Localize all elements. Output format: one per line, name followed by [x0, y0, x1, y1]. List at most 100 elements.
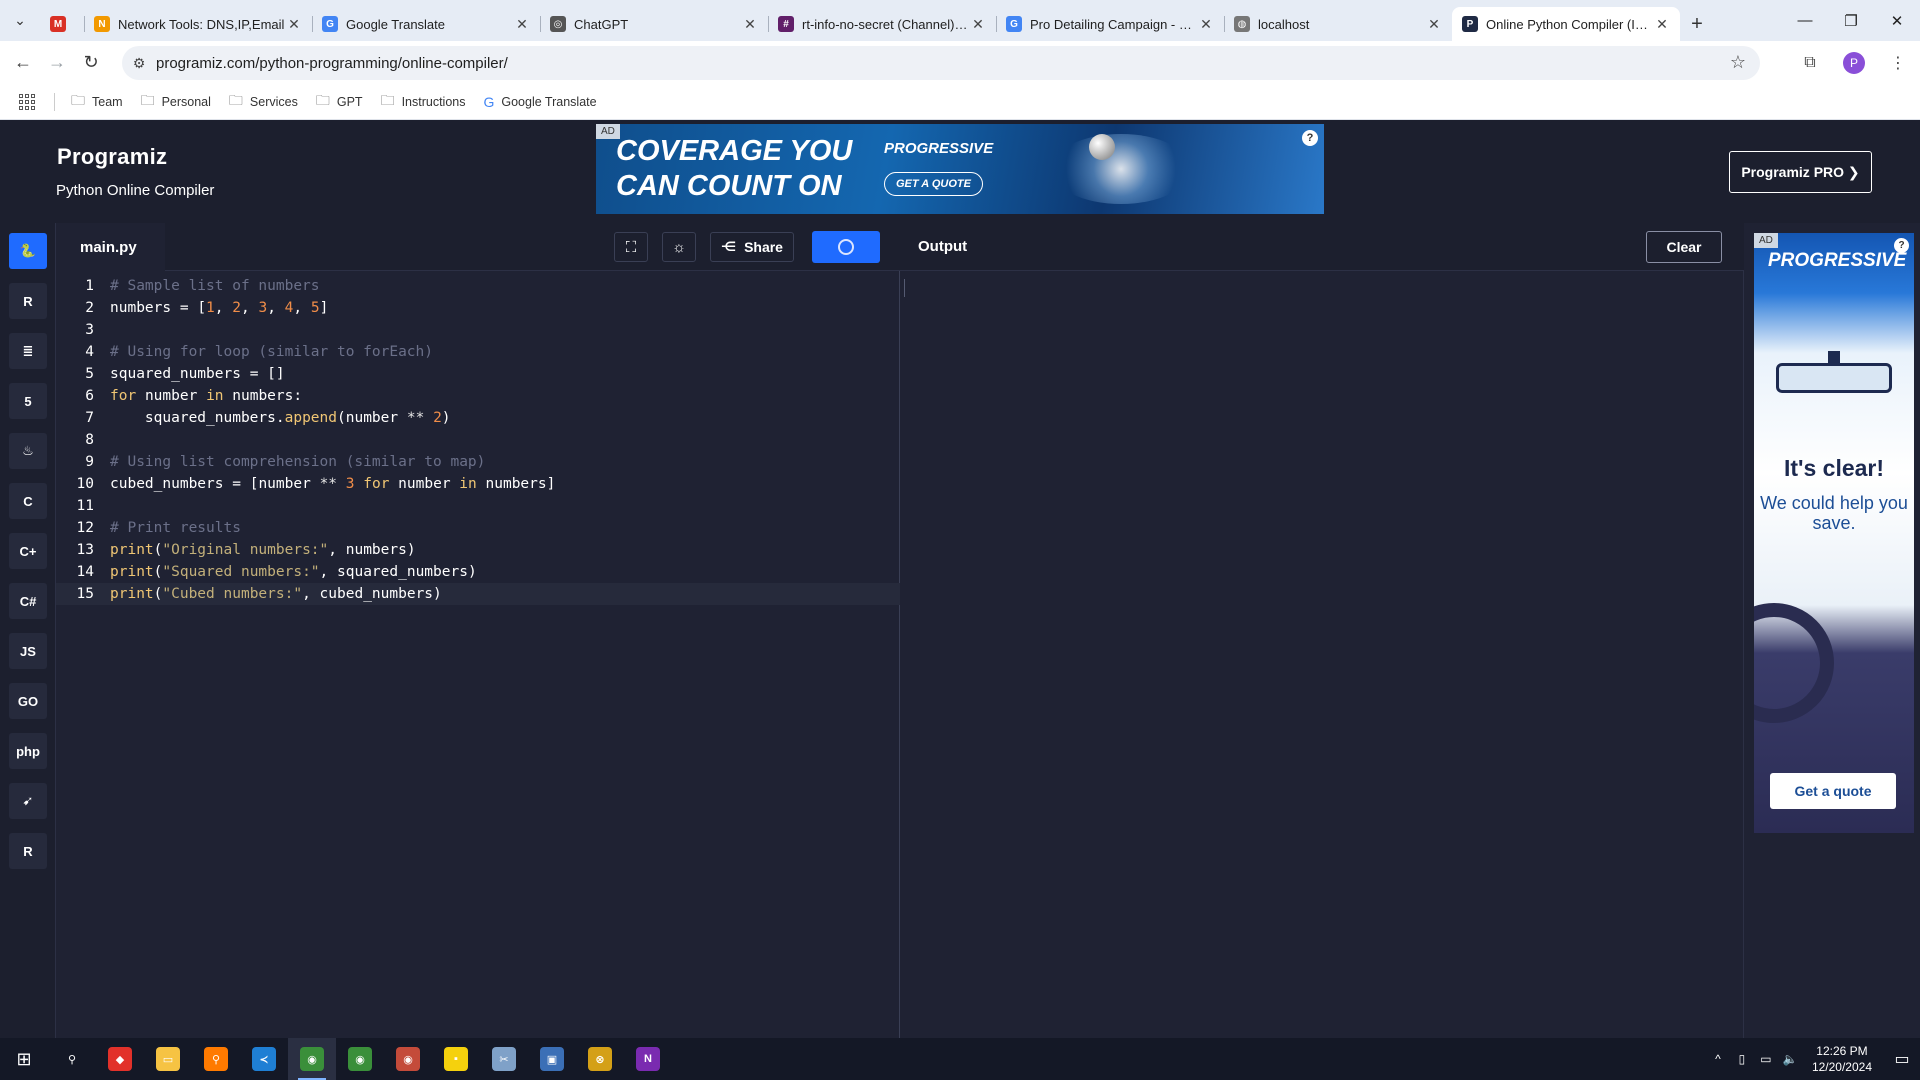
side-ad[interactable]: AD ? PROGRESSIVE It's clear! We could he… — [1754, 233, 1914, 833]
notification-center-icon[interactable]: ▭ — [1884, 1049, 1920, 1069]
code-line[interactable]: 12 # Print results — [56, 517, 900, 539]
chrome-profile-3-icon[interactable]: ◉ — [384, 1038, 432, 1080]
rust-lang-icon[interactable]: R — [9, 833, 47, 869]
code-text[interactable]: # Using list comprehension (similar to m… — [94, 454, 485, 470]
tab-close-icon[interactable]: ✕ — [1654, 16, 1670, 33]
code-line[interactable]: 7 squared_numbers.append(number ** 2) — [56, 407, 900, 429]
code-line[interactable]: 6 for number in numbers: — [56, 385, 900, 407]
tab-close-icon[interactable]: ✕ — [514, 16, 530, 33]
tab-close-icon[interactable]: ✕ — [1426, 16, 1442, 33]
bookmark-instructions[interactable]: 🗀 Instructions — [381, 90, 466, 114]
omnibox[interactable]: ⚙ programiz.com/python-programming/onlin… — [122, 46, 1760, 80]
clear-button[interactable]: Clear — [1646, 231, 1722, 263]
url-text[interactable]: programiz.com/python-programming/online-… — [156, 55, 508, 72]
tab-search-icon[interactable]: ⌄ — [0, 0, 40, 41]
output-text-cursor[interactable] — [904, 279, 905, 297]
tab-close-icon[interactable]: ✕ — [970, 16, 986, 33]
code-text[interactable]: # Print results — [94, 520, 241, 536]
tab-close-icon[interactable]: ✕ — [286, 16, 302, 33]
snip-tool-icon[interactable]: ✂ — [480, 1038, 528, 1080]
run-button[interactable] — [812, 231, 880, 263]
code-text[interactable]: cubed_numbers = [number ** 3 for number … — [94, 476, 555, 492]
code-line[interactable]: 14 print("Squared numbers:", squared_numb… — [56, 561, 900, 583]
xbox-icon[interactable]: ⊗ — [576, 1038, 624, 1080]
browser-tab[interactable]: G Google Translate ✕ — [312, 7, 541, 41]
sql-lang-icon[interactable]: ≣ — [9, 333, 47, 369]
code-area[interactable]: 1 # Sample list of numbers 2 numbers = [1, … — [56, 271, 900, 605]
search-everything-icon[interactable]: ⚲ — [192, 1038, 240, 1080]
extensions-icon[interactable]: ⧉ — [1788, 54, 1832, 72]
site-info-icon[interactable]: ⚙ — [122, 55, 156, 72]
network-icon[interactable]: ▭ — [1754, 1052, 1778, 1066]
python-lang-icon[interactable]: 🐍 — [9, 233, 47, 269]
code-text[interactable]: print("Original numbers:", numbers) — [94, 542, 416, 558]
code-line[interactable]: 1 # Sample list of numbers — [56, 275, 900, 297]
go-lang-icon[interactable]: GO — [9, 683, 47, 719]
browser-tab[interactable]: ◎ ChatGPT ✕ — [540, 7, 769, 41]
back-icon[interactable]: ← — [6, 46, 40, 80]
code-text[interactable]: numbers = [1, 2, 3, 4, 5] — [94, 300, 328, 316]
theme-toggle-icon[interactable]: ☼ — [662, 232, 696, 262]
search-icon[interactable]: ⚲ — [48, 1038, 96, 1080]
csharp-lang-icon[interactable]: C# — [9, 583, 47, 619]
onenote-icon[interactable]: N — [624, 1038, 672, 1080]
tray-chevron-icon[interactable]: ^ — [1706, 1052, 1730, 1066]
code-line[interactable]: 13 print("Original numbers:", numbers) — [56, 539, 900, 561]
code-text[interactable]: print("Squared numbers:", squared_number… — [94, 564, 477, 580]
tab-close-icon[interactable]: ✕ — [742, 16, 758, 33]
ad-cta-button[interactable]: GET A QUOTE — [884, 172, 983, 196]
browser-tab[interactable]: G Pro Detailing Campaign - Goo ✕ — [996, 7, 1225, 41]
c-lang-icon[interactable]: C — [9, 483, 47, 519]
java-lang-icon[interactable]: ♨ — [9, 433, 47, 469]
code-line[interactable]: 11 — [56, 495, 900, 517]
ad-info-icon[interactable]: ? — [1302, 130, 1318, 146]
html-lang-icon[interactable]: 5 — [9, 383, 47, 419]
profile-avatar[interactable]: P — [1843, 51, 1865, 74]
vscode-icon[interactable]: ≺ — [240, 1038, 288, 1080]
chrome-icon[interactable]: ◉ — [288, 1038, 336, 1080]
fullscreen-icon[interactable]: ⛶ — [614, 232, 648, 262]
code-line[interactable]: 15 print("Cubed numbers:", cubed_numbers) — [56, 583, 900, 605]
code-line[interactable]: 2 numbers = [1, 2, 3, 4, 5] — [56, 297, 900, 319]
code-line[interactable]: 9 # Using list comprehension (similar to … — [56, 451, 900, 473]
windows-start-icon[interactable]: ⊞ — [0, 1038, 48, 1080]
r-lang-icon[interactable]: R — [9, 283, 47, 319]
reload-icon[interactable]: ↻ — [74, 46, 108, 80]
restore-icon[interactable]: ❐ — [1828, 0, 1874, 41]
cpp-lang-icon[interactable]: C+ — [9, 533, 47, 569]
remote-desktop-icon[interactable]: ▣ — [528, 1038, 576, 1080]
code-line[interactable]: 4 # Using for loop (similar to forEach) — [56, 341, 900, 363]
chrome-profile-2-icon[interactable]: ◉ — [336, 1038, 384, 1080]
code-line[interactable]: 3 — [56, 319, 900, 341]
menu-kebab-icon[interactable]: ⋮ — [1876, 53, 1920, 73]
tray-device-icon[interactable]: ▯ — [1730, 1052, 1754, 1066]
top-ad-banner[interactable]: AD COVERAGE YOU CAN COUNT ON PROGRESSIVE… — [596, 124, 1324, 214]
code-text[interactable]: print("Cubed numbers:", cubed_numbers) — [94, 586, 442, 602]
bookmark-personal[interactable]: 🗀 Personal — [141, 90, 211, 114]
code-line[interactable]: 5 squared_numbers = [] — [56, 363, 900, 385]
apps-grid-icon[interactable] — [16, 93, 38, 111]
file-explorer-icon[interactable]: ▭ — [144, 1038, 192, 1080]
code-line[interactable]: 8 — [56, 429, 900, 451]
bookmark-gpt[interactable]: 🗀 GPT — [316, 90, 363, 114]
file-tab-main[interactable]: main.py — [56, 223, 165, 271]
php-lang-icon[interactable]: php — [9, 733, 47, 769]
browser-tab[interactable]: # rt-info-no-secret (Channel) - n ✕ — [768, 7, 997, 41]
tab-close-icon[interactable]: ✕ — [1198, 16, 1214, 33]
bookmark-star-icon[interactable]: ☆ — [1730, 52, 1746, 73]
programiz-pro-button[interactable]: Programiz PRO ❯ — [1729, 151, 1872, 193]
forward-icon[interactable]: → — [40, 46, 74, 80]
ad-get-quote-button[interactable]: Get a quote — [1770, 773, 1896, 809]
code-text[interactable]: for number in numbers: — [94, 388, 302, 404]
browser-tab[interactable]: N Network Tools: DNS,IP,Email ✕ — [84, 7, 313, 41]
new-tab-button[interactable]: + — [1680, 7, 1714, 41]
browser-tab[interactable]: P Online Python Compiler (Inter ✕ — [1452, 7, 1680, 41]
code-text[interactable]: # Sample list of numbers — [94, 278, 320, 294]
volume-muted-icon[interactable]: 🔈 — [1778, 1052, 1802, 1066]
code-line[interactable]: 10 cubed_numbers = [number ** 3 for numbe… — [56, 473, 900, 495]
code-text[interactable]: # Using for loop (similar to forEach) — [94, 344, 433, 360]
code-text[interactable]: squared_numbers = [] — [94, 366, 285, 382]
anydesk-icon[interactable]: ◆ — [96, 1038, 144, 1080]
code-text[interactable]: squared_numbers.append(number ** 2) — [94, 410, 451, 426]
bookmark-services[interactable]: 🗀 Services — [229, 90, 298, 114]
